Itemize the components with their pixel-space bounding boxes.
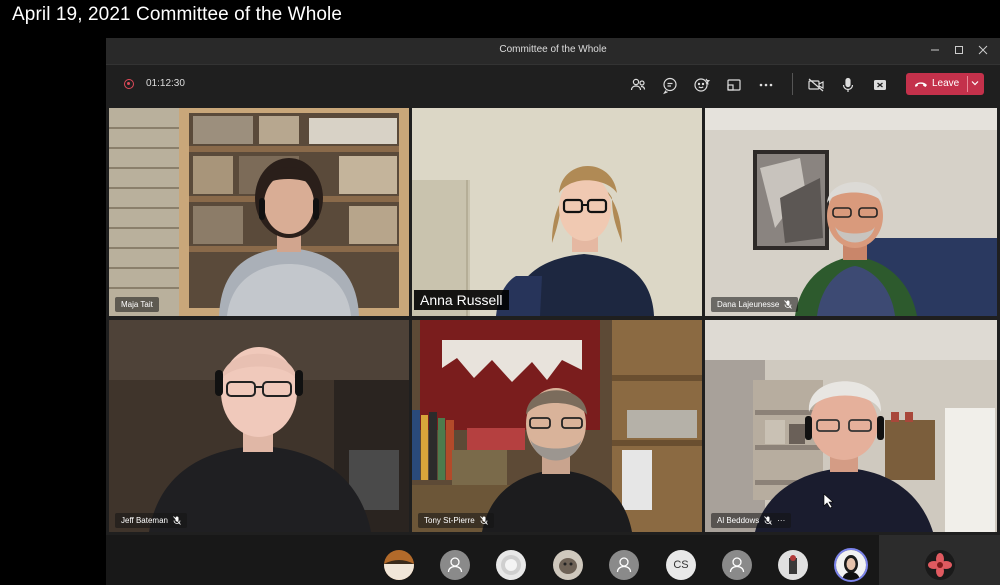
participant-name-tag: Tony St-Pierre <box>418 513 494 528</box>
mic-muted-icon <box>764 516 773 525</box>
mic-muted-icon <box>479 516 488 525</box>
video-tile-al-beddows[interactable]: Al Beddows ··· <box>705 320 997 532</box>
participant-name: Al Beddows <box>717 516 760 525</box>
participant-name: Dana Lajeunesse <box>717 300 780 309</box>
participant-video <box>109 108 409 316</box>
participant-name: Maja Tait <box>121 300 153 309</box>
minimize-icon[interactable] <box>924 41 946 61</box>
share-tray-icon[interactable] <box>724 75 744 95</box>
video-caption: April 19, 2021 Committee of the Whole <box>12 4 343 25</box>
participant-dock: CS <box>106 535 1000 585</box>
participant-avatar-photo[interactable] <box>553 550 583 580</box>
video-tile-tony-st-pierre[interactable]: Tony St-Pierre <box>412 320 702 532</box>
participant-avatar-photo[interactable] <box>778 550 808 580</box>
participant-avatar-photo[interactable] <box>384 550 414 580</box>
leave-label: Leave <box>932 78 960 89</box>
mic-muted-icon <box>784 300 793 309</box>
window-title: Committee of the Whole <box>499 44 607 55</box>
participant-name-tag: Al Beddows ··· <box>711 513 792 528</box>
mic-muted-icon <box>173 516 181 525</box>
chat-icon[interactable] <box>660 75 680 95</box>
more-options-icon[interactable] <box>756 75 776 95</box>
title-bar: Committee of the Whole <box>106 38 1000 65</box>
video-tile-anna-russell[interactable]: Anna Russell <box>412 108 702 316</box>
participant-name-tag: Anna Russell <box>414 290 509 310</box>
video-tile-jeff-bateman[interactable]: Jeff Bateman <box>109 320 409 532</box>
chevron-down-icon[interactable] <box>970 78 980 88</box>
phone-hangup-icon <box>915 82 927 87</box>
maximize-icon[interactable] <box>948 41 970 61</box>
participant-avatar-photo[interactable] <box>496 550 526 580</box>
microphone-icon[interactable] <box>838 75 858 95</box>
participant-name-tag: Jeff Bateman <box>115 513 187 528</box>
participant-video <box>412 320 702 532</box>
participant-video <box>412 108 702 316</box>
meeting-timer: 01:12:30 <box>146 78 185 89</box>
self-preview-area <box>879 535 1000 585</box>
participant-name-tag: Maja Tait <box>115 297 159 312</box>
person-icon[interactable] <box>440 550 470 580</box>
participant-initials-avatar[interactable]: CS <box>666 550 696 580</box>
person-icon[interactable] <box>609 550 639 580</box>
teams-meeting-window: Committee of the Whole 01:12:30 Leave Ma… <box>106 38 1000 585</box>
leave-divider <box>967 76 968 92</box>
close-icon[interactable] <box>972 41 994 61</box>
participant-name: Tony St-Pierre <box>424 516 475 525</box>
recording-icon <box>124 79 134 89</box>
leave-button[interactable]: Leave <box>906 73 984 95</box>
participant-name: Jeff Bateman <box>121 516 168 525</box>
video-tile-maja-tait[interactable]: Maja Tait <box>109 108 409 316</box>
participant-video <box>109 320 409 532</box>
flower-avatar[interactable] <box>925 550 955 580</box>
participant-video <box>705 108 997 316</box>
participant-name: Anna Russell <box>420 292 503 308</box>
participant-initials: CS <box>673 559 689 571</box>
meeting-toolbar: 01:12:30 Leave <box>106 65 1000 105</box>
camera-off-icon[interactable] <box>806 75 826 95</box>
participant-video <box>705 320 997 532</box>
participant-avatar-active[interactable] <box>834 548 868 582</box>
share-screen-icon[interactable] <box>870 75 890 95</box>
participant-name-tag: Dana Lajeunesse <box>711 297 799 312</box>
video-tile-dana-lajeunesse[interactable]: Dana Lajeunesse <box>705 108 997 316</box>
person-icon[interactable] <box>722 550 752 580</box>
more-options-icon[interactable]: ··· <box>777 516 785 525</box>
reactions-icon[interactable] <box>692 75 712 95</box>
participants-icon[interactable] <box>628 75 648 95</box>
toolbar-divider <box>792 73 793 95</box>
